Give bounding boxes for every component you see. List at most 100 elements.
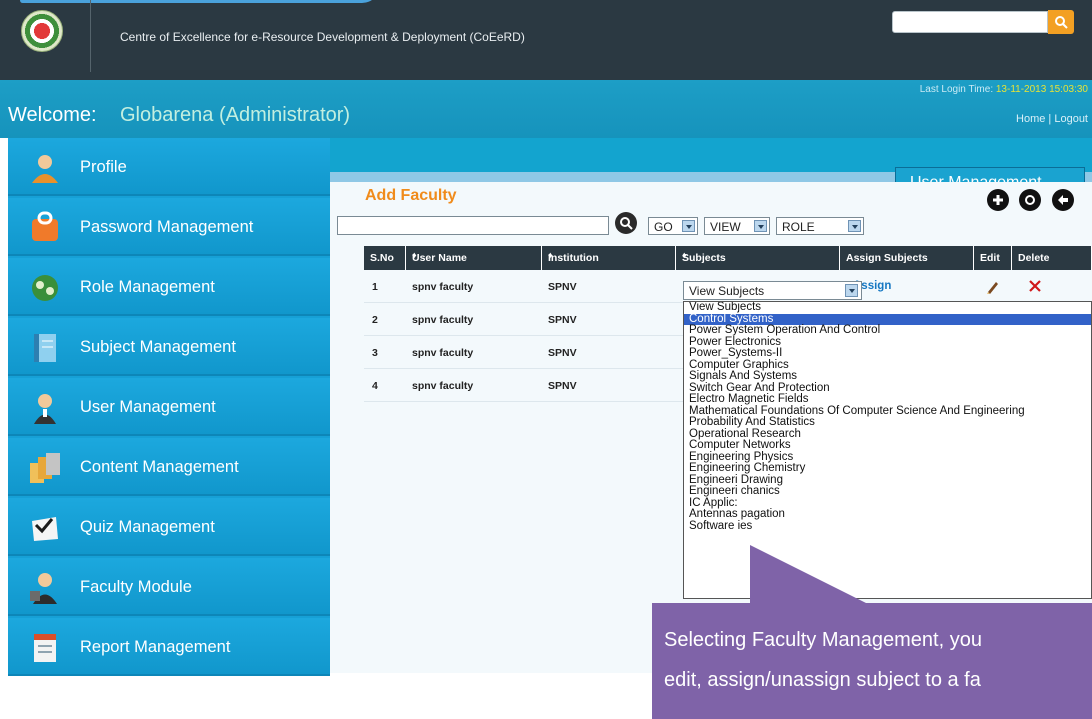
app-header: Centre of Excellence for e-Resource Deve…	[0, 0, 1092, 80]
column-header[interactable]: User Name ♦	[406, 246, 542, 270]
sidebar-item-faculty[interactable]: Faculty Module	[8, 558, 330, 616]
filter-search-input[interactable]	[337, 216, 609, 235]
sidebar-item-label: Content Management	[80, 458, 239, 476]
search-icon	[620, 217, 633, 230]
view-select[interactable]: VIEW	[704, 217, 770, 235]
dropdown-option[interactable]: Power System Operation And Control	[684, 324, 1091, 337]
sno-cell: 3	[372, 347, 378, 359]
notebook-icon	[34, 334, 56, 362]
sidebar-item-label: Profile	[80, 158, 127, 176]
callout-text-line2: edit, assign/unassign subject to a fa	[664, 669, 981, 691]
edit-pencil-icon[interactable]	[985, 279, 1001, 295]
column-header: Edit	[974, 246, 1012, 270]
sort-icon: ♦	[548, 250, 553, 260]
lock-icon	[32, 211, 58, 241]
search-icon	[1055, 16, 1068, 29]
sidebar-item-label: Report Management	[80, 638, 231, 656]
dropdown-option[interactable]: Engineering Chemistry	[684, 462, 1091, 475]
column-header: S.No	[364, 246, 406, 270]
username-cell: spnv faculty	[412, 281, 474, 293]
institution-cell: SPNV	[548, 281, 577, 293]
dropdown-option[interactable]: Power_Systems-II	[684, 347, 1091, 360]
column-header-label: Assign Subjects	[846, 252, 928, 264]
view-select-value: VIEW	[710, 220, 741, 234]
callout-pointer	[750, 545, 870, 605]
sidebar-item-profile[interactable]: Profile	[8, 138, 330, 196]
welcome-label: Welcome:	[8, 104, 97, 126]
institution-cell: SPNV	[548, 347, 577, 359]
sidebar-item-label: Quiz Management	[80, 518, 215, 536]
institution-cell: SPNV	[548, 314, 577, 326]
username-cell: spnv faculty	[412, 314, 474, 326]
tutorial-callout: Selecting Faculty Management, you edit, …	[652, 603, 1092, 719]
org-title: Centre of Excellence for e-Resource Deve…	[120, 30, 525, 44]
dropdown-option[interactable]: Engineeri chanics	[684, 485, 1091, 498]
column-header-label: S.No	[370, 252, 394, 264]
folders-icon	[30, 453, 60, 483]
sidebar-item-user[interactable]: User Management	[8, 378, 330, 436]
sidebar-item-report[interactable]: Report Management	[8, 618, 330, 676]
sidebar-item-label: Role Management	[80, 278, 215, 296]
column-header-label: Edit	[980, 252, 1000, 264]
role-select-value: ROLE	[782, 220, 815, 234]
dropdown-option[interactable]: Electro Magnetic Fields	[684, 393, 1091, 406]
refresh-button[interactable]	[1019, 189, 1041, 211]
sidebar-item-label: Password Management	[80, 218, 254, 236]
username-cell: spnv faculty	[412, 347, 474, 359]
report-icon	[34, 634, 56, 662]
dropdown-option[interactable]: Computer Networks	[684, 439, 1091, 452]
dropdown-option[interactable]: Software ies	[684, 520, 1091, 533]
callout-text-line1: Selecting Faculty Management, you	[664, 629, 982, 651]
delete-icon[interactable]	[1028, 279, 1042, 293]
sno-cell: 2	[372, 314, 378, 326]
header-top-strip	[20, 0, 380, 3]
institution-cell: SPNV	[548, 380, 577, 392]
sidebar-item-subject[interactable]: Subject Management	[8, 318, 330, 376]
sidebar-item-label: Subject Management	[80, 338, 236, 356]
welcome-user: Globarena (Administrator)	[120, 104, 351, 126]
last-login: Last Login Time: 13-11-2013 15:03:30	[920, 84, 1088, 95]
sno-cell: 4	[372, 380, 378, 392]
sidebar-item-label: Faculty Module	[80, 578, 192, 596]
sidebar-item-quiz[interactable]: Quiz Management	[8, 498, 330, 556]
subjects-dropdown-list: View Subjects Control Systems Power Syst…	[683, 301, 1092, 599]
logout-link[interactable]: Logout	[1054, 113, 1088, 125]
subjects-select-value: View Subjects	[689, 284, 765, 298]
column-header[interactable]: Subjects ♦	[676, 246, 840, 270]
chevron-down-icon	[848, 220, 861, 232]
page-title: Add Faculty	[365, 187, 457, 204]
search-button[interactable]	[1048, 10, 1074, 34]
go-select-value: GO	[654, 220, 673, 234]
username-cell: spnv faculty	[412, 380, 474, 392]
dropdown-option[interactable]: Antennas pagation	[684, 508, 1091, 521]
column-header: Delete	[1012, 246, 1092, 270]
arrow-left-icon	[1058, 195, 1068, 205]
sort-icon: ♦	[412, 250, 417, 260]
add-button[interactable]	[987, 189, 1009, 211]
sidebar-item-role[interactable]: Role Management	[8, 258, 330, 316]
column-header-label: Delete	[1018, 252, 1050, 264]
subjects-select[interactable]: View Subjects	[683, 281, 862, 300]
sidebar-item-password[interactable]: Password Management	[8, 198, 330, 256]
role-select[interactable]: ROLE	[776, 217, 864, 235]
top-links: Home | Logout	[1016, 113, 1088, 125]
dropdown-option[interactable]: Probability And Statistics	[684, 416, 1091, 429]
column-header[interactable]: Institution ♦	[542, 246, 676, 270]
plus-icon	[993, 195, 1003, 205]
dropdown-option[interactable]: View Subjects	[684, 302, 1091, 314]
sidebar-item-content[interactable]: Content Management	[8, 438, 330, 496]
user-icon	[34, 394, 56, 424]
back-button[interactable]	[1052, 189, 1074, 211]
quiz-icon	[32, 517, 58, 541]
dropdown-option[interactable]: Signals And Systems	[684, 370, 1091, 383]
org-logo	[21, 10, 63, 52]
go-select[interactable]: GO	[648, 217, 698, 235]
chevron-down-icon	[682, 220, 695, 232]
link-separator: |	[1048, 113, 1052, 125]
filter-search-button[interactable]	[615, 212, 637, 234]
sidebar-item-label: User Management	[80, 398, 216, 416]
home-link[interactable]: Home	[1016, 113, 1045, 125]
profile-icon	[32, 155, 58, 183]
header-divider	[90, 0, 91, 72]
search-input[interactable]	[892, 11, 1048, 33]
